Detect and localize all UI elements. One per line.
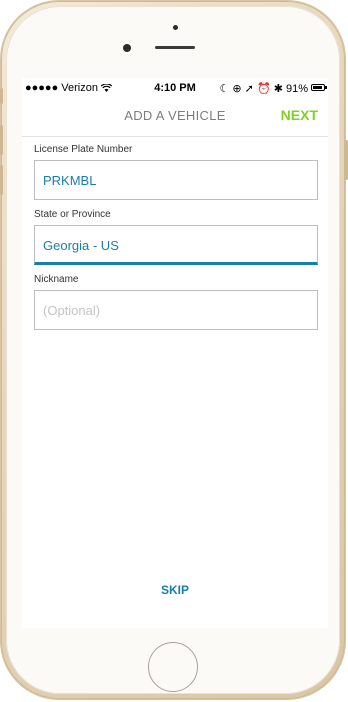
status-icons: ☾ ⊕ ➚ ⏰ ✱ 91% (219, 83, 308, 95)
home-button[interactable] (148, 642, 198, 692)
nickname-label: Nickname (34, 274, 79, 285)
state-field[interactable]: Georgia - US (34, 225, 318, 265)
battery-icon (311, 84, 327, 91)
mute-switch (0, 88, 3, 104)
battery-level (313, 86, 323, 89)
state-label: State or Province (34, 209, 111, 220)
status-bar: ●●●●● Verizon 4:10 PM ☾ ⊕ ➚ ⏰ ✱ 91% (22, 78, 328, 98)
front-camera (123, 44, 131, 52)
nickname-field[interactable]: (Optional) (34, 290, 318, 330)
skip-button[interactable]: SKIP (22, 583, 328, 597)
app-screen: ●●●●● Verizon 4:10 PM ☾ ⊕ ➚ ⏰ ✱ 91% ADD … (22, 78, 328, 628)
nav-bar: ADD A VEHICLE NEXT (22, 98, 328, 137)
volume-down-button (0, 165, 3, 195)
plate-label: License Plate Number (34, 144, 133, 155)
earpiece-speaker (155, 46, 195, 49)
volume-up-button (0, 125, 3, 155)
proximity-sensor (173, 25, 178, 30)
plate-field[interactable]: PRKMBL (34, 160, 318, 200)
next-button[interactable]: NEXT (281, 107, 318, 123)
